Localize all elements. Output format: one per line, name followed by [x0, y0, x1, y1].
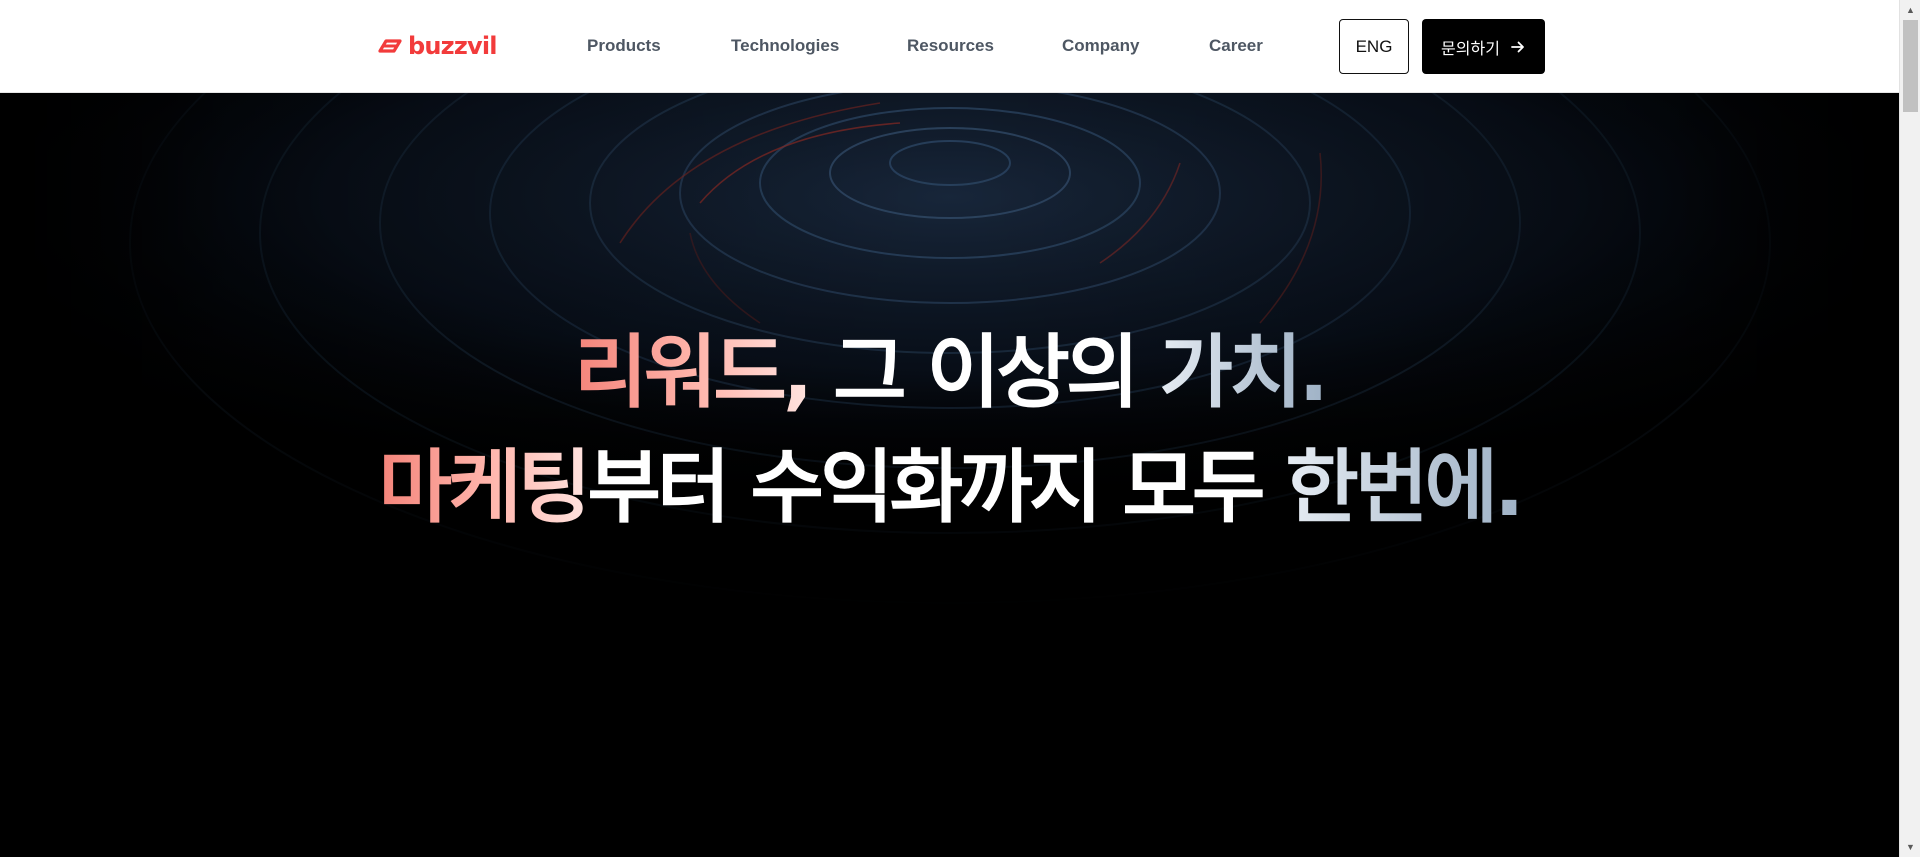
nav-item-products[interactable]: Products — [587, 36, 661, 56]
arrow-right-icon — [1511, 41, 1524, 52]
nav-item-company[interactable]: Company — [1062, 36, 1139, 56]
scroll-thumb[interactable] — [1903, 20, 1918, 112]
hero-section: 리워드, 그 이상의 가치. 마케팅부터 수익화까지 모두 한번에. — [0, 93, 1899, 857]
contact-button[interactable]: 문의하기 — [1422, 19, 1545, 74]
buzzvil-logo[interactable]: buzzvil — [378, 32, 498, 60]
headline2-highlight-blue: 한번에. — [1285, 441, 1524, 534]
hero-headline-line2: 마케팅부터 수익화까지 모두 한번에. — [0, 438, 1899, 538]
headline2-text: 부터 수익화까지 모두 — [587, 441, 1286, 534]
page: buzzvil Products Technologies Resources … — [0, 0, 1920, 857]
contact-label: 문의하기 — [1441, 40, 1500, 58]
nav-item-technologies[interactable]: Technologies — [731, 36, 839, 56]
language-label: ENG — [1355, 36, 1393, 56]
vertical-scrollbar[interactable]: ▲ ▼ — [1899, 0, 1920, 857]
hero-headline-line1: 리워드, 그 이상의 가치. — [0, 323, 1899, 423]
scroll-down-icon[interactable]: ▼ — [1900, 838, 1920, 856]
scroll-up-icon[interactable]: ▲ — [1900, 1, 1920, 19]
headline1-text: 그 이상의 — [809, 326, 1160, 419]
buzzvil-logo-mark-icon — [378, 39, 402, 53]
logo-text: buzzvil — [408, 32, 498, 60]
nav-item-resources[interactable]: Resources — [907, 36, 994, 56]
viewport: buzzvil Products Technologies Resources … — [0, 0, 1899, 857]
site-header: buzzvil Products Technologies Resources … — [0, 0, 1899, 93]
nav-item-career[interactable]: Career — [1209, 36, 1263, 56]
headline1-highlight-red: 리워드, — [574, 326, 813, 419]
language-button[interactable]: ENG — [1339, 19, 1409, 74]
headline1-highlight-blue: 가치. — [1159, 326, 1329, 419]
headline2-highlight-red: 마케팅 — [378, 441, 592, 534]
